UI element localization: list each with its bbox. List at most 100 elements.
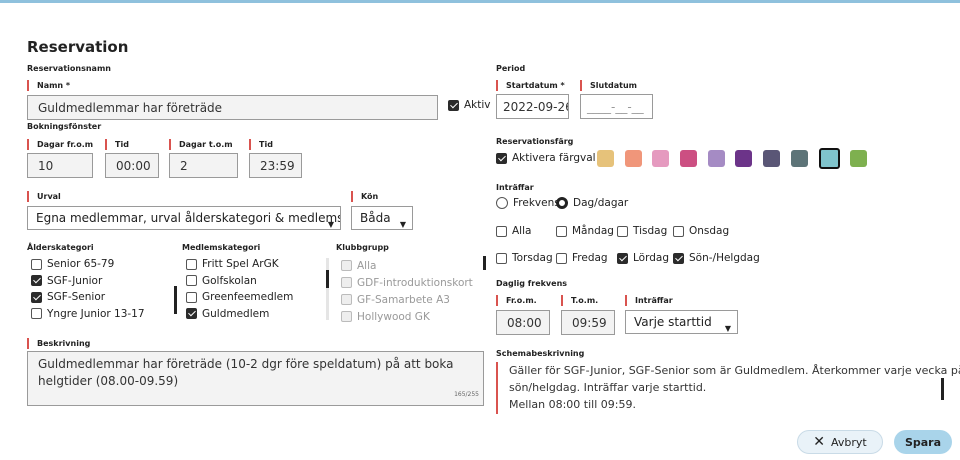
list-item[interactable]: Fritt Spel ArGK	[186, 256, 321, 273]
checkbox[interactable]	[31, 308, 42, 320]
list-item[interactable]: Guldmedlem	[186, 306, 321, 323]
checkbox[interactable]	[617, 225, 628, 237]
daily-from-input[interactable]: 08:00	[496, 310, 550, 335]
radio-frequency-row[interactable]: Frekvens	[496, 197, 560, 209]
save-label: Spara	[904, 435, 942, 449]
age-scrollbar[interactable]	[174, 286, 177, 314]
list-item[interactable]: Yngre Junior 13-17	[31, 306, 171, 323]
day-sunday-holiday[interactable]: Sön-/Helgdag	[673, 252, 760, 264]
checkbox[interactable]	[186, 308, 197, 320]
member-item-label: Guldmedlem	[202, 307, 270, 320]
day-label: Sön-/Helgdag	[689, 252, 760, 264]
radio-frequency-label: Frekvens	[513, 197, 560, 209]
description-counter: 165/255	[454, 391, 479, 398]
daily-occurs-label: Inträffar	[625, 295, 673, 306]
list-item[interactable]: SGF-Junior	[31, 273, 171, 290]
checkbox[interactable]	[556, 252, 567, 264]
checkbox[interactable]	[186, 275, 197, 287]
list-item[interactable]: Greenfeemedlem	[186, 289, 321, 306]
member-scroll-track[interactable]	[326, 258, 329, 320]
daily-occurs-dropdown[interactable]: Varje starttid ▼	[625, 310, 738, 334]
end-date-input[interactable]: ____-__-__	[580, 94, 653, 119]
list-item: Hollywood GK	[341, 308, 481, 325]
age-item-label: SGF-Senior	[47, 291, 106, 304]
checkbox[interactable]	[673, 252, 684, 264]
day-tuesday[interactable]: Tisdag	[617, 225, 667, 237]
checkbox[interactable]	[496, 252, 507, 264]
list-item[interactable]: Golfskolan	[186, 273, 321, 290]
checkbox[interactable]	[556, 225, 567, 237]
days-to-input[interactable]: 2	[169, 153, 238, 178]
radio-days[interactable]	[556, 197, 568, 209]
time-from-label: Tid	[105, 139, 129, 150]
schedule-section: Schemabeskrivning	[496, 349, 585, 358]
top-accent-bar	[0, 0, 960, 3]
day-thursday[interactable]: Torsdag	[496, 252, 553, 264]
day-monday[interactable]: Måndag	[556, 225, 614, 237]
age-item-label: Yngre Junior 13-17	[47, 307, 145, 320]
name-label: Namn *	[27, 80, 70, 91]
enable-color-row[interactable]: Aktivera färgval	[496, 152, 596, 164]
color-swatch[interactable]	[735, 150, 753, 167]
color-swatch[interactable]	[818, 148, 840, 169]
description-textarea[interactable]: Guldmedlemmar har företräde (10-2 dgr fö…	[27, 351, 484, 406]
radio-frequency[interactable]	[496, 197, 508, 209]
schedule-scrollbar[interactable]	[941, 378, 944, 400]
active-checkbox[interactable]	[448, 99, 459, 111]
checkbox[interactable]	[31, 275, 42, 287]
occurs-section: Inträffar	[496, 183, 534, 192]
close-icon: ✕	[813, 434, 825, 450]
name-input[interactable]: Guldmedlemmar har företräde	[27, 95, 438, 120]
daily-to-input[interactable]: 09:59	[561, 310, 615, 335]
save-button[interactable]: Spara	[894, 430, 952, 454]
radio-days-row[interactable]: Dag/dagar	[556, 197, 628, 209]
color-swatch[interactable]	[624, 150, 642, 167]
day-wednesday[interactable]: Onsdag	[673, 225, 729, 237]
day-saturday[interactable]: Lördag	[617, 252, 669, 264]
list-item[interactable]: SGF-Senior	[31, 289, 171, 306]
color-swatch[interactable]	[763, 150, 781, 167]
color-swatch[interactable]	[850, 150, 868, 167]
club-scrollbar[interactable]	[483, 256, 486, 270]
color-swatch[interactable]	[790, 150, 808, 167]
day-label: Måndag	[572, 225, 614, 237]
checkbox[interactable]	[673, 225, 684, 237]
day-alla[interactable]: Alla	[496, 225, 531, 237]
age-category-label: Ålderskategori	[27, 243, 94, 252]
color-swatch[interactable]	[597, 150, 614, 167]
day-friday[interactable]: Fredag	[556, 252, 608, 264]
chevron-down-icon: ▼	[399, 220, 406, 229]
day-label: Torsdag	[512, 252, 553, 264]
cancel-button[interactable]: ✕ Avbryt	[797, 430, 883, 454]
checkbox[interactable]	[186, 291, 197, 303]
color-swatch[interactable]	[680, 150, 698, 167]
checkbox[interactable]	[31, 258, 42, 270]
list-item[interactable]: Senior 65-79	[31, 256, 171, 273]
days-from-input[interactable]: 10	[27, 153, 93, 178]
schedule-description: Gäller för SGF-Junior, SGF-Senior som är…	[496, 362, 960, 414]
checkbox[interactable]	[496, 225, 507, 237]
enable-color-label: Aktivera färgval	[512, 152, 596, 164]
time-from-input[interactable]: 00:00	[105, 153, 159, 178]
start-date-input[interactable]: 2022-09-26	[496, 94, 569, 119]
member-scrollbar[interactable]	[326, 270, 329, 288]
checkbox[interactable]	[31, 291, 42, 303]
list-item: GF-Samarbete A3	[341, 291, 481, 308]
enable-color-checkbox[interactable]	[496, 152, 507, 164]
checkbox[interactable]	[186, 258, 197, 270]
selection-label: Urval	[27, 191, 61, 202]
color-swatch[interactable]	[707, 150, 725, 167]
time-to-label: Tid	[249, 139, 273, 150]
active-checkbox-row[interactable]: Aktiv	[448, 99, 491, 111]
club-item-label: Alla	[357, 259, 377, 272]
daily-from-label: Fr.o.m.	[496, 295, 537, 306]
color-swatch[interactable]	[652, 150, 670, 167]
club-group-list: Alla GDF-introduktionskort GF-Samarbete …	[341, 257, 481, 327]
checkbox[interactable]	[617, 252, 628, 264]
gender-dropdown[interactable]: Båda ▼	[351, 206, 413, 230]
day-label: Onsdag	[689, 225, 730, 237]
selection-dropdown[interactable]: Egna medlemmar, urval ålderskategori & m…	[27, 206, 341, 230]
daily-to-label: T.o.m.	[561, 295, 598, 306]
day-label: Alla	[512, 225, 532, 237]
time-to-input[interactable]: 23:59	[249, 153, 302, 178]
